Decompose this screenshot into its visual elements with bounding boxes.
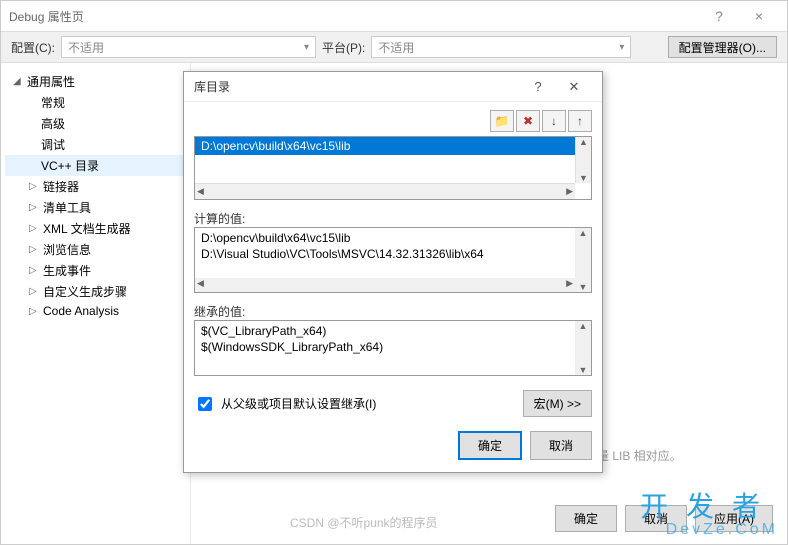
- move-up-icon[interactable]: ↑: [568, 110, 592, 132]
- inherit-label: 从父级或项目默认设置继承(I): [221, 395, 376, 412]
- new-folder-icon[interactable]: 📁: [490, 110, 514, 132]
- inherit-checkbox[interactable]: [198, 397, 212, 411]
- move-down-icon[interactable]: ↓: [542, 110, 566, 132]
- horizontal-scrollbar[interactable]: ◀▶: [195, 278, 575, 292]
- scroll-right-icon[interactable]: ▶: [566, 186, 573, 197]
- inherited-values-box: $(VC_LibraryPath_x64) $(WindowsSDK_Libra…: [194, 320, 592, 376]
- main-title: Debug 属性页: [9, 8, 699, 25]
- chevron-right-icon: ▷: [29, 244, 39, 255]
- scroll-up-icon[interactable]: ▲: [579, 137, 588, 147]
- cancel-button[interactable]: 取消: [530, 431, 592, 460]
- computed-label: 计算的值:: [194, 210, 592, 227]
- tree-item-browse[interactable]: ▷浏览信息: [5, 239, 186, 260]
- config-combo[interactable]: 不适用: [61, 36, 316, 58]
- chevron-right-icon: ▷: [29, 306, 39, 317]
- main-titlebar: Debug 属性页 ? ×: [1, 1, 787, 31]
- chevron-right-icon: ▷: [29, 202, 39, 213]
- tree-root[interactable]: ◢通用属性: [5, 71, 186, 92]
- computed-values-box: D:\opencv\build\x64\vc15\lib D:\Visual S…: [194, 227, 592, 293]
- config-label: 配置(C):: [11, 39, 55, 56]
- config-bar: 配置(C): 不适用 平台(P): 不适用 配置管理器(O)...: [1, 31, 787, 63]
- apply-button[interactable]: 应用(A): [695, 505, 773, 532]
- help-icon[interactable]: ?: [520, 79, 556, 94]
- library-dirs-dialog: 库目录 ? ✕ 📁 ✖ ↓ ↑ D:\opencv\build\x64\vc15…: [183, 71, 603, 473]
- tree-item-manifest[interactable]: ▷清单工具: [5, 197, 186, 218]
- chevron-right-icon: ▷: [29, 286, 39, 297]
- macros-button[interactable]: 宏(M) >>: [523, 390, 592, 417]
- horizontal-scrollbar[interactable]: ◀▶: [195, 183, 575, 199]
- modal-footer: 确定 取消: [194, 431, 592, 460]
- chevron-right-icon: ▷: [29, 223, 39, 234]
- config-manager-button[interactable]: 配置管理器(O)...: [668, 36, 777, 58]
- cancel-button[interactable]: 取消: [625, 505, 687, 532]
- tree-item-custombuild[interactable]: ▷自定义生成步骤: [5, 281, 186, 302]
- vertical-scrollbar[interactable]: ▲▼: [575, 137, 591, 183]
- help-icon[interactable]: ?: [699, 8, 739, 24]
- tree-item-general[interactable]: 常规: [5, 92, 186, 113]
- vertical-scrollbar[interactable]: ▲▼: [575, 228, 591, 292]
- modal-title: 库目录: [194, 78, 520, 95]
- close-icon[interactable]: ✕: [556, 79, 592, 95]
- ok-button[interactable]: 确定: [458, 431, 522, 460]
- ok-button[interactable]: 确定: [555, 505, 617, 532]
- main-footer: 确定 取消 应用(A): [555, 505, 773, 532]
- tree-item-xmldoc[interactable]: ▷XML 文档生成器: [5, 218, 186, 239]
- chevron-down-icon: ◢: [13, 76, 23, 87]
- platform-label: 平台(P):: [322, 39, 365, 56]
- toolbar: 📁 ✖ ↓ ↑: [194, 110, 592, 132]
- inherited-label: 继承的值:: [194, 303, 592, 320]
- platform-combo[interactable]: 不适用: [371, 36, 631, 58]
- scroll-left-icon[interactable]: ◀: [197, 186, 204, 197]
- modal-titlebar: 库目录 ? ✕: [184, 72, 602, 102]
- inherit-row: 从父级或项目默认设置继承(I) 宏(M) >>: [194, 390, 592, 417]
- tree-item-debug[interactable]: 调试: [5, 134, 186, 155]
- close-icon[interactable]: ×: [739, 8, 779, 24]
- computed-value: D:\Visual Studio\VC\Tools\MSVC\14.32.313…: [201, 246, 585, 262]
- tree-item-advanced[interactable]: 高级: [5, 113, 186, 134]
- scroll-down-icon[interactable]: ▼: [579, 282, 588, 292]
- tree-item-linker[interactable]: ▷链接器: [5, 176, 186, 197]
- delete-icon[interactable]: ✖: [516, 110, 540, 132]
- computed-value: D:\opencv\build\x64\vc15\lib: [201, 230, 585, 246]
- scroll-up-icon[interactable]: ▲: [579, 228, 588, 238]
- tree-item-buildevents[interactable]: ▷生成事件: [5, 260, 186, 281]
- selected-path[interactable]: D:\opencv\build\x64\vc15\lib: [195, 137, 591, 155]
- inherited-value: $(WindowsSDK_LibraryPath_x64): [201, 339, 585, 355]
- tree-item-codeanalysis[interactable]: ▷Code Analysis: [5, 302, 186, 320]
- scroll-down-icon[interactable]: ▼: [579, 173, 588, 183]
- property-tree[interactable]: ◢通用属性 常规 高级 调试 VC++ 目录 ▷链接器 ▷清单工具 ▷XML 文…: [1, 63, 191, 544]
- vertical-scrollbar[interactable]: ▲▼: [575, 321, 591, 375]
- tree-item-vcdirs[interactable]: VC++ 目录: [5, 155, 186, 176]
- paths-editbox[interactable]: D:\opencv\build\x64\vc15\lib ▲▼ ◀▶: [194, 136, 592, 200]
- chevron-right-icon: ▷: [29, 265, 39, 276]
- chevron-right-icon: ▷: [29, 181, 39, 192]
- inherited-value: $(VC_LibraryPath_x64): [201, 323, 585, 339]
